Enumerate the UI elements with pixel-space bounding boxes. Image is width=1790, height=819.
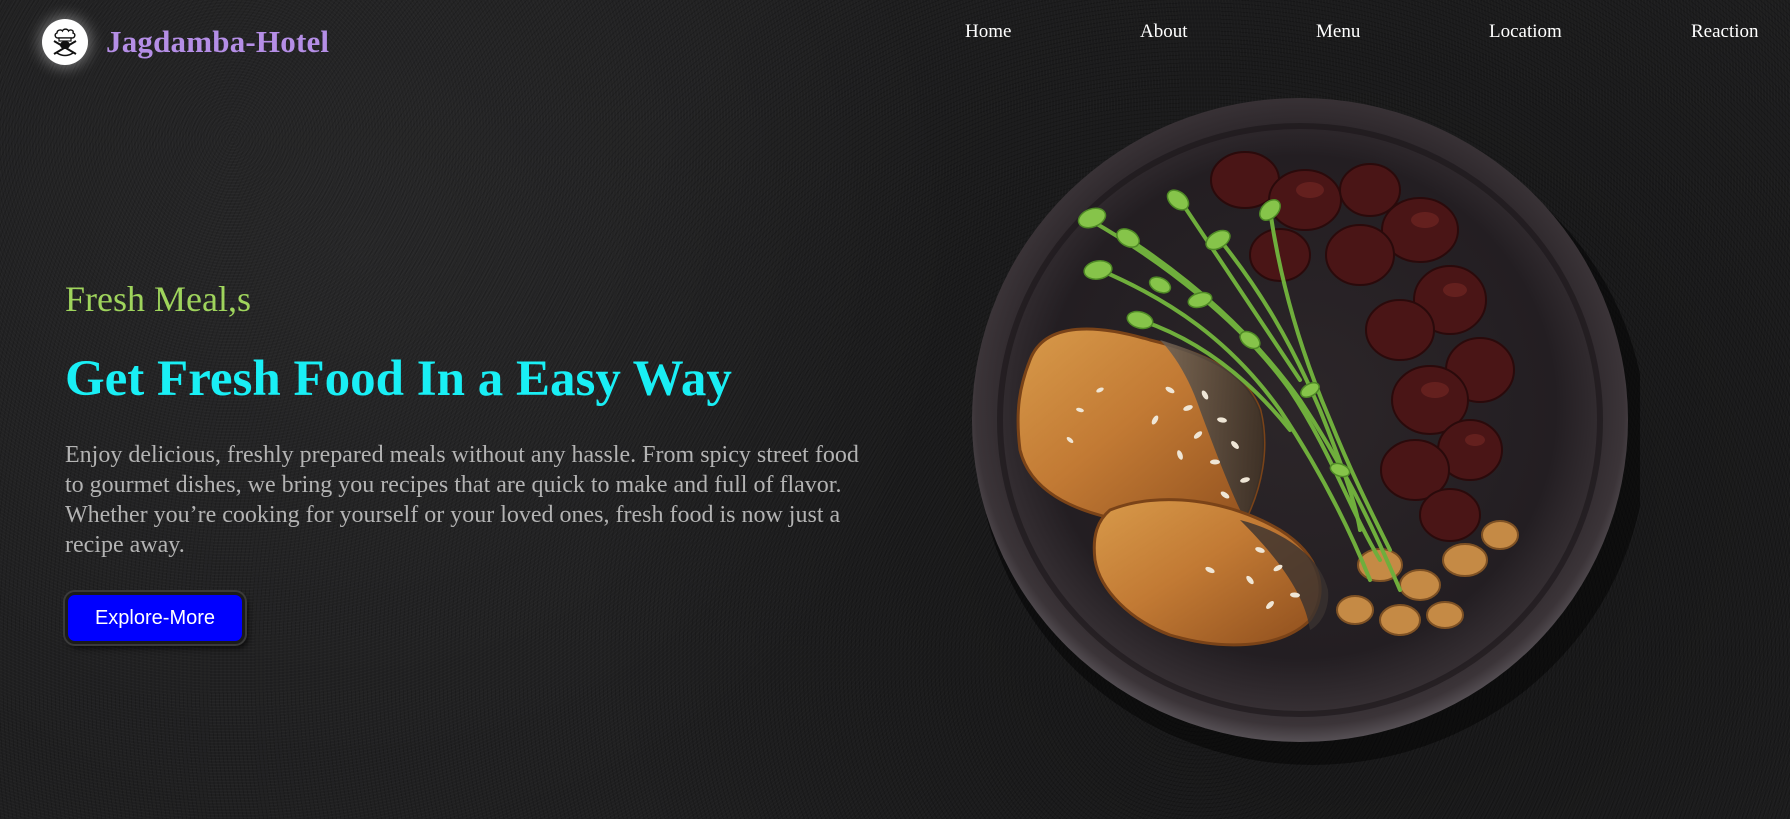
explore-more-button[interactable]: Explore-More <box>65 592 245 644</box>
hero-description: Enjoy delicious, freshly prepared meals … <box>65 442 859 558</box>
main-nav: Home About Menu Locatiom Reaction <box>0 19 1790 45</box>
nav-location-link[interactable]: Locatiom <box>1489 19 1562 45</box>
nav-reaction-link[interactable]: Reaction <box>1691 19 1759 45</box>
hero-food-image <box>960 90 1647 770</box>
hero-tagline: Fresh Meal,s <box>65 279 251 319</box>
nav-about-link[interactable]: About <box>1140 19 1188 45</box>
hero-headline: Get Fresh Food In a Easy Way <box>65 351 732 407</box>
nav-menu-link[interactable]: Menu <box>1316 19 1360 45</box>
nav-home-link[interactable]: Home <box>965 19 1011 45</box>
